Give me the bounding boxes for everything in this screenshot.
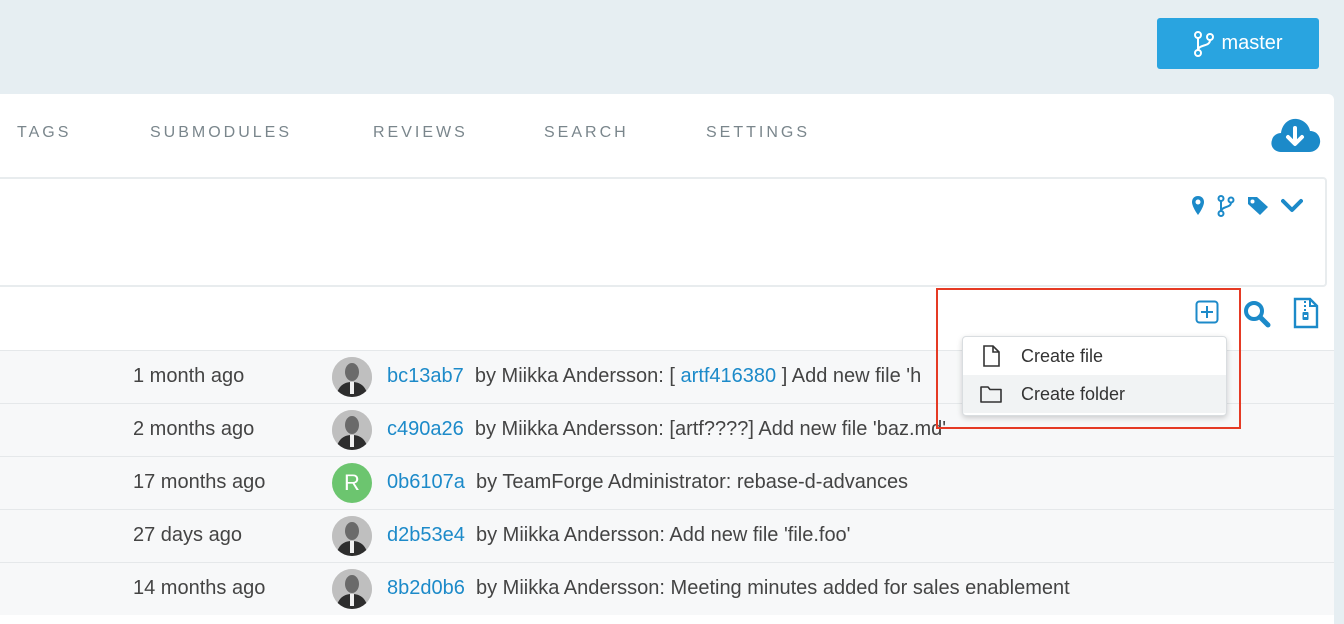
- tab-search[interactable]: SEARCH: [544, 124, 629, 142]
- commit-hash-link[interactable]: 0b6107a: [387, 471, 465, 493]
- commit-hash-link[interactable]: 8b2d0b6: [387, 577, 465, 599]
- commit-message: ] Add new file 'h: [776, 365, 922, 387]
- cloud-download-icon[interactable]: [1268, 114, 1322, 156]
- file-icon: [983, 345, 1000, 367]
- map-marker-icon[interactable]: [1191, 195, 1205, 222]
- commit-time: 1 month ago: [133, 365, 245, 387]
- commit-time: 2 months ago: [133, 418, 255, 440]
- commit-summary: d2b53e4 by Miikka Andersson: Add new fil…: [387, 524, 851, 547]
- menu-item-label: Create file: [1021, 346, 1104, 366]
- commit-message: by Miikka Andersson: Add new file 'file.…: [476, 524, 851, 546]
- commit-hash-link[interactable]: bc13ab7: [387, 365, 464, 387]
- branch-icon[interactable]: [1217, 195, 1235, 222]
- commit-time: 27 days ago: [133, 524, 242, 546]
- commit-message: by Miikka Andersson: Meeting minutes add…: [476, 577, 1070, 599]
- commit-summary: bc13ab7 by Miikka Andersson: [ artf41638…: [387, 365, 921, 388]
- folder-icon: [980, 386, 1002, 403]
- create-menu: Create file Create folder: [962, 336, 1227, 416]
- table-row: 14 months ago 8b2d0b6 by Miikka Andersso…: [0, 562, 1334, 615]
- tab-bar: TAGS SUBMODULES REVIEWS SEARCH SETTINGS: [0, 94, 1334, 172]
- chevron-down-icon[interactable]: [1281, 198, 1303, 219]
- table-row: 27 days ago d2b53e4 by Miikka Andersson:…: [0, 509, 1334, 562]
- commit-message: by TeamForge Administrator: rebase-d-adv…: [476, 471, 909, 493]
- branch-icon: [1194, 30, 1215, 57]
- tag-icon[interactable]: [1247, 196, 1269, 221]
- commit-time: 17 months ago: [133, 471, 266, 493]
- tab-settings[interactable]: SETTINGS: [706, 124, 810, 142]
- tab-reviews[interactable]: REVIEWS: [373, 124, 468, 142]
- artifact-link[interactable]: artf416380: [681, 365, 777, 387]
- commit-hash-link[interactable]: c490a26: [387, 418, 464, 440]
- menu-item-label: Create folder: [1021, 384, 1126, 404]
- ref-selector-box: [0, 177, 1327, 287]
- avatar: R: [332, 463, 372, 503]
- avatar: [332, 569, 372, 609]
- ref-icons: [1191, 195, 1303, 222]
- search-icon[interactable]: [1243, 300, 1271, 328]
- tab-submodules[interactable]: SUBMODULES: [150, 124, 292, 142]
- branch-selector-button[interactable]: master: [1157, 18, 1319, 69]
- commit-time: 14 months ago: [133, 577, 266, 599]
- table-row: 17 months ago R 0b6107a by TeamForge Adm…: [0, 456, 1334, 509]
- top-bar: master: [0, 0, 1344, 94]
- avatar: [332, 410, 372, 450]
- branch-label: master: [1221, 32, 1283, 54]
- commit-message: by Miikka Andersson: [artf????] Add new …: [474, 418, 947, 440]
- tab-tags[interactable]: TAGS: [17, 124, 71, 142]
- commit-author: by Miikka Andersson: [: [474, 365, 681, 387]
- commit-summary: 0b6107a by TeamForge Administrator: reba…: [387, 471, 908, 494]
- avatar: [332, 516, 372, 556]
- commit-summary: c490a26 by Miikka Andersson: [artf????] …: [387, 418, 946, 441]
- zip-file-icon[interactable]: [1293, 297, 1319, 329]
- create-file-menu-item[interactable]: Create file: [963, 337, 1226, 375]
- commit-hash-link[interactable]: d2b53e4: [387, 524, 465, 546]
- avatar: [332, 357, 372, 397]
- commit-summary: 8b2d0b6 by Miikka Andersson: Meeting min…: [387, 577, 1070, 600]
- create-folder-menu-item[interactable]: Create folder: [963, 375, 1226, 413]
